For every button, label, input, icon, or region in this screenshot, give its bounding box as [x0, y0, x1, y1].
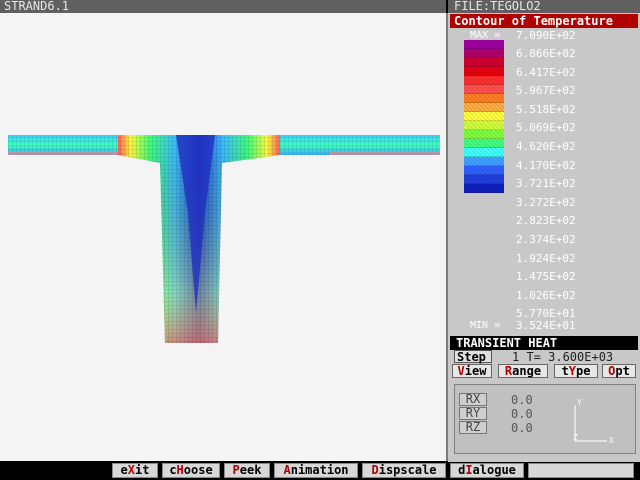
legend-swatch — [464, 112, 504, 121]
axis-z-label: Z — [573, 433, 578, 442]
legend-level-value: 4.620E+02 — [516, 140, 576, 153]
legend-swatch — [464, 58, 504, 67]
legend-swatch — [464, 139, 504, 148]
legend-level-value: 2.374E+02 — [516, 233, 576, 246]
step-value: 1 T= 3.600E+03 — [512, 350, 614, 364]
color-legend: MAX = 7.090E+02 6.866E+02 6.417E+02 5.967E… — [448, 28, 640, 334]
axis-y-label: Y — [577, 398, 582, 407]
rx-value: 0.0 — [511, 393, 533, 407]
dialogue-button[interactable]: dIalogue — [450, 463, 524, 478]
rotation-box: RX 0.0 RY 0.0 RZ 0.0 Y Z X — [454, 384, 636, 454]
legend-swatch — [464, 76, 504, 85]
legend-level-value: 1.924E+02 — [516, 251, 576, 265]
legend-level-value: 1.475E+02 — [516, 270, 576, 284]
legend-swatch — [464, 130, 504, 139]
legend-swatch — [464, 166, 504, 175]
max-value: 7.090E+02 — [516, 29, 576, 42]
analysis-mode: TRANSIENT HEAT — [450, 336, 638, 350]
legend-level-value: 4.170E+02 — [516, 158, 576, 172]
axis-triad-icon: Y Z X — [573, 398, 614, 445]
window-title: STRAND6.1 — [0, 0, 446, 13]
web — [118, 135, 280, 343]
legend-swatch — [464, 175, 504, 184]
ry-label[interactable]: RY — [459, 407, 487, 420]
contour-title: Contour of Temperature — [450, 14, 638, 28]
legend-swatch — [464, 67, 504, 76]
bottom-menu-bar: eXit cHoose Peek Animation Dispscale dIa… — [0, 462, 640, 480]
legend-level-value: 1.026E+02 — [516, 288, 576, 302]
rx-label[interactable]: RX — [459, 393, 487, 406]
legend-level-value: 6.417E+02 — [516, 65, 576, 79]
animation-button[interactable]: Animation — [274, 463, 358, 478]
legend-swatch — [464, 148, 504, 157]
peek-button[interactable]: Peek — [224, 463, 270, 478]
exit-button[interactable]: eXit — [112, 463, 158, 478]
legend-level-value: 2.823E+02 — [516, 214, 576, 228]
legend-level-value: 5.069E+02 — [516, 121, 576, 135]
legend-level-value: 5.967E+02 — [516, 84, 576, 98]
min-label: MIN = — [470, 320, 501, 331]
legend-swatch — [464, 184, 504, 193]
step-line: Step 1 T= 3.600E+03 — [450, 350, 638, 364]
temperature-contour-plot — [8, 135, 440, 343]
file-name: FILE:TEGOLO2 — [448, 0, 640, 13]
legend-level-value: 3.272E+02 — [516, 195, 576, 209]
legend-swatch — [464, 85, 504, 94]
legend-level-value: 6.866E+02 — [516, 47, 576, 60]
legend-swatch — [464, 103, 504, 112]
legend-swatch — [464, 121, 504, 130]
view-button[interactable]: View — [452, 364, 492, 378]
min-value: 3.524E+01 — [516, 319, 576, 332]
choose-button[interactable]: cHoose — [162, 463, 220, 478]
step-button[interactable]: Step — [454, 350, 492, 363]
legend-level-value: 3.721E+02 — [516, 177, 576, 191]
control-panel: FILE:TEGOLO2 Contour of Temperature MAX … — [448, 0, 640, 462]
range-button[interactable]: Range — [498, 364, 548, 378]
type-button[interactable]: tYpe — [554, 364, 598, 378]
legend-swatch — [464, 49, 504, 58]
legend-swatches — [464, 40, 504, 193]
empty-menu-slot — [528, 463, 634, 478]
dispscale-button[interactable]: Dispscale — [362, 463, 446, 478]
ry-value: 0.0 — [511, 407, 533, 421]
legend-swatch — [464, 40, 504, 49]
rz-label[interactable]: RZ — [459, 421, 487, 434]
opt-button[interactable]: Opt — [602, 364, 636, 378]
rz-value: 0.0 — [511, 421, 533, 435]
model-viewport[interactable] — [0, 13, 448, 461]
axis-x-label: X — [609, 436, 614, 445]
legend-swatch — [464, 94, 504, 103]
legend-level-value: 5.518E+02 — [516, 102, 576, 116]
view-menu-row: View Range tYpe Opt — [450, 364, 638, 378]
legend-swatch — [464, 157, 504, 166]
